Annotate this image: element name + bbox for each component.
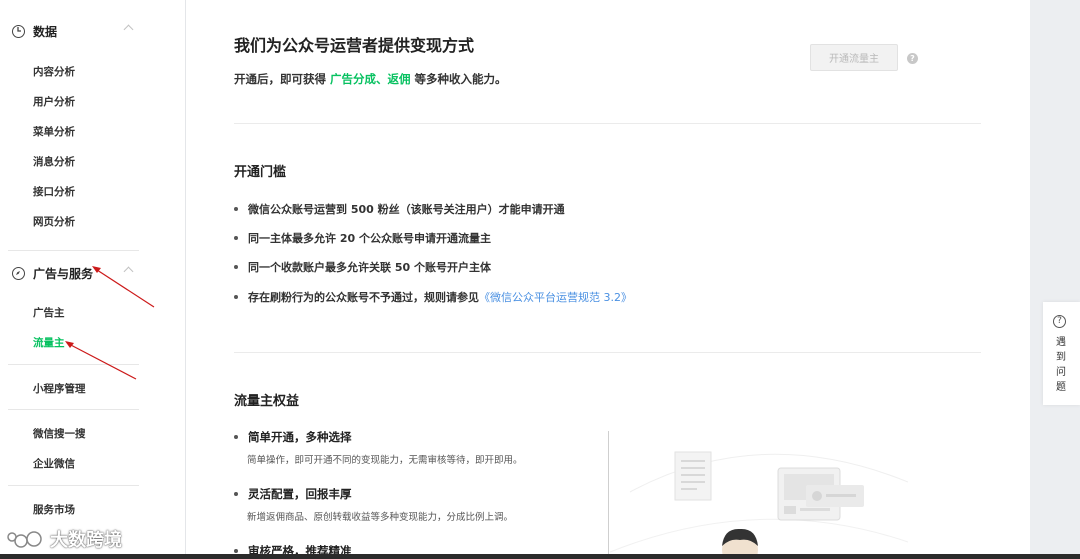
annotation-arrows [65,266,155,380]
list-item: 微信公众账号运营到 500 粉丝（该账号关注用户）才能申请开通 [234,201,565,217]
benefit-desc: 简单操作，即可开通不同的变现能力，无需审核等待，即开即用。 [247,455,523,466]
bullet-icon [234,435,238,439]
benefit-title-text: 灵活配置，回报丰厚 [248,487,352,501]
watermark-text: 大数跨境 [50,530,122,551]
list-item-text: 存在刷粉行为的公众账号不予通过，规则请参见 [248,291,479,304]
help-sidebar-tab[interactable]: ? 遇到问题 [1043,302,1080,405]
watermark-logo-icon [7,531,42,548]
main-panel: 我们为公众号运营者提供变现方式 开通后，即可获得 广告分成、返佣 等多种收入能力… [186,0,1030,559]
list-item: 同一主体最多允许 20 个公众账号申请开通流量主 [234,230,491,246]
section-title-threshold: 开通门槛 [234,165,287,180]
divider [234,352,981,353]
bottom-bar [0,554,1080,559]
operation-rules-link[interactable]: 《微信公众平台运营规范 3.2》 [479,289,632,305]
list-item-text: 同一个收款账户最多允许关联 50 个账号开户主体 [248,261,491,274]
list-item: 存在刷粉行为的公众账号不予通过，规则请参见 《微信公众平台运营规范 3.2》 [234,289,632,305]
page-subtitle: 开通后，即可获得 广告分成、返佣 等多种收入能力。 [234,71,507,87]
bullet-icon [234,492,238,496]
page-title: 我们为公众号运营者提供变现方式 [234,36,475,55]
bullet-icon [234,549,238,553]
divider [8,409,139,410]
help-tab-label: 遇到问题 [1056,337,1066,393]
benefit-desc: 新增返佣商品、原创转载收益等多种变现能力，分成比例上调。 [247,512,514,523]
subtitle-highlight: 广告分成、返佣 [330,72,411,86]
sidebar-item-service-market[interactable]: 服务市场 [33,502,75,517]
benefit-title: 灵活配置，回报丰厚 [234,486,352,502]
open-traffic-owner-button[interactable]: 开通流量主 [810,44,898,71]
help-circle-icon: ? [1053,315,1066,328]
bullet-icon [234,207,238,211]
help-icon[interactable]: ? [907,53,918,64]
watermark: 大数跨境 [6,526,122,552]
list-item-text: 微信公众账号运营到 500 粉丝（该账号关注用户）才能申请开通 [248,203,565,216]
benefit-title: 简单开通，多种选择 [234,429,352,445]
red-arrow-icon [65,341,137,380]
divider [608,431,609,559]
benefits-illustration [610,432,908,559]
sidebar-item-wecom[interactable]: 企业微信 [33,456,75,471]
bullet-icon [234,295,238,299]
divider [8,485,139,486]
red-arrow-icon [92,266,155,308]
sidebar-item-wechat-search[interactable]: 微信搜一搜 [33,426,86,441]
bullet-icon [234,265,238,269]
list-item-text: 同一主体最多允许 20 个公众账号申请开通流量主 [248,232,491,245]
divider [234,123,981,124]
benefit-title-text: 简单开通，多种选择 [248,430,352,444]
subtitle-text: 开通后，即可获得 [234,72,331,86]
subtitle-text: 等多种收入能力。 [410,72,507,86]
section-title-benefits: 流量主权益 [234,394,300,409]
bullet-icon [234,236,238,240]
list-item: 同一个收款账户最多允许关联 50 个账号开户主体 [234,259,491,275]
